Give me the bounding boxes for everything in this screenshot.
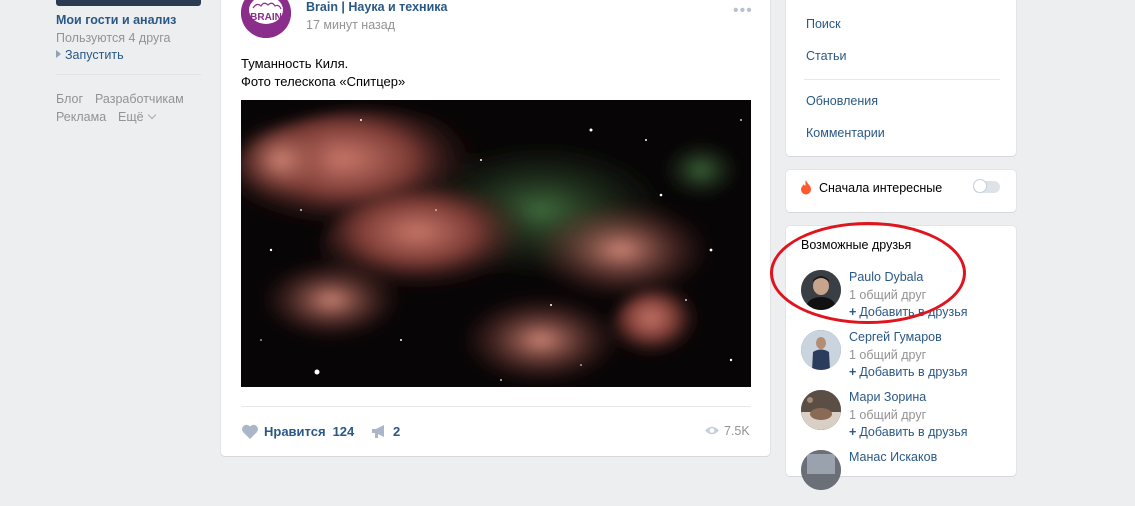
friend-name[interactable]: Paulo Dybala [849,270,923,284]
divider [804,79,1000,80]
post-author[interactable]: Brain | Наука и техника [306,0,447,14]
friend-name[interactable]: Манас Искаков [849,450,937,464]
app-subtitle: Пользуются 4 друга [56,31,171,45]
person-photo [801,330,841,370]
heart-icon [242,424,258,439]
mutual-friends[interactable]: 1 общий друг [849,288,926,302]
plus-icon: + [849,365,857,379]
add-friend-button[interactable]: + Добавить в друзья [849,425,968,439]
app-launch-label: Запустить [65,48,124,62]
sort-label: Сначала интересные [819,181,943,195]
footer-link-developers[interactable]: Разработчикам [95,92,184,106]
views-counter: 7.5K [704,424,750,438]
app-launch-link[interactable]: Запустить [56,48,124,62]
person-photo [801,450,841,490]
app-title[interactable]: Мои гости и анализ [56,13,176,27]
add-friend-button[interactable]: + Добавить в друзья [849,305,968,319]
menu-item-articles[interactable]: Статьи [806,49,847,63]
avatar[interactable] [801,450,841,490]
community-avatar[interactable]: BRAIN [241,0,291,38]
menu-item-comments[interactable]: Комментарии [806,126,885,140]
mutual-friends[interactable]: 1 общий друг [849,408,926,422]
eye-icon [705,426,719,435]
friends-title: Возможные друзья [801,238,912,252]
plus-icon: + [849,425,857,439]
chevron-down-icon [147,110,156,120]
nebula-image [241,100,751,387]
like-count: 124 [332,424,355,439]
right-menu: Поиск Статьи Обновления Комментарии [786,0,1016,156]
sort-toggle[interactable] [973,179,1000,193]
views-count: 7.5K [724,424,750,438]
app-banner[interactable] [56,0,201,6]
menu-item-updates[interactable]: Обновления [806,94,878,108]
menu-item-search[interactable]: Поиск [806,17,841,31]
fire-icon [801,180,811,195]
add-friend-label: Добавить в друзья [859,425,968,439]
avatar[interactable] [801,270,841,310]
avatar-text: BRAIN [250,12,282,23]
footer-more-label: Ещё [118,110,144,124]
avatar[interactable] [801,330,841,370]
like-label: Нравится [264,424,326,439]
post-menu-icon[interactable]: ••• [733,2,753,20]
footer-link-more[interactable]: Ещё [118,110,156,124]
divider [241,406,751,407]
divider [56,74,201,75]
person-photo [801,270,841,310]
post-text-line2: Фото телескопа «Спитцер» [241,74,406,89]
plus-icon: + [849,305,857,319]
post-time[interactable]: 17 минут назад [306,18,395,32]
friend-suggestion: Мари Зорина 1 общий друг + Добавить в дру… [801,390,1011,446]
add-friend-button[interactable]: + Добавить в друзья [849,365,968,379]
avatar[interactable] [801,390,841,430]
friend-name[interactable]: Мари Зорина [849,390,926,404]
brain-logo-icon: BRAIN [241,0,291,38]
possible-friends: Возможные друзья Paulo Dybala 1 общий др… [786,226,1016,490]
share-button[interactable]: 2 [371,424,400,439]
post-photo[interactable] [241,100,751,387]
megaphone-icon [372,425,384,438]
friend-suggestion: Paulo Dybala 1 общий друг + Добавить в др… [801,270,1011,326]
post-text-line1: Туманность Киля. [241,56,349,71]
friend-name[interactable]: Сергей Гумаров [849,330,942,344]
sort-card[interactable]: Сначала интересные [786,170,1016,212]
feed-post: BRAIN Brain | Наука и техника 17 минут н… [221,0,770,456]
friend-suggestion: Сергей Гумаров 1 общий друг + Добавить в … [801,330,1011,386]
footer-link-ads[interactable]: Реклама [56,110,106,124]
add-friend-label: Добавить в друзья [859,365,968,379]
mutual-friends[interactable]: 1 общий друг [849,348,926,362]
add-friend-label: Добавить в друзья [859,305,968,319]
play-icon [56,50,61,58]
like-button[interactable]: Нравится 124 [241,424,354,439]
toggle-knob [973,179,987,193]
share-count: 2 [393,424,401,439]
friend-suggestion: Манас Искаков [801,450,1011,506]
person-photo [801,390,841,430]
footer-link-blog[interactable]: Блог [56,92,83,106]
